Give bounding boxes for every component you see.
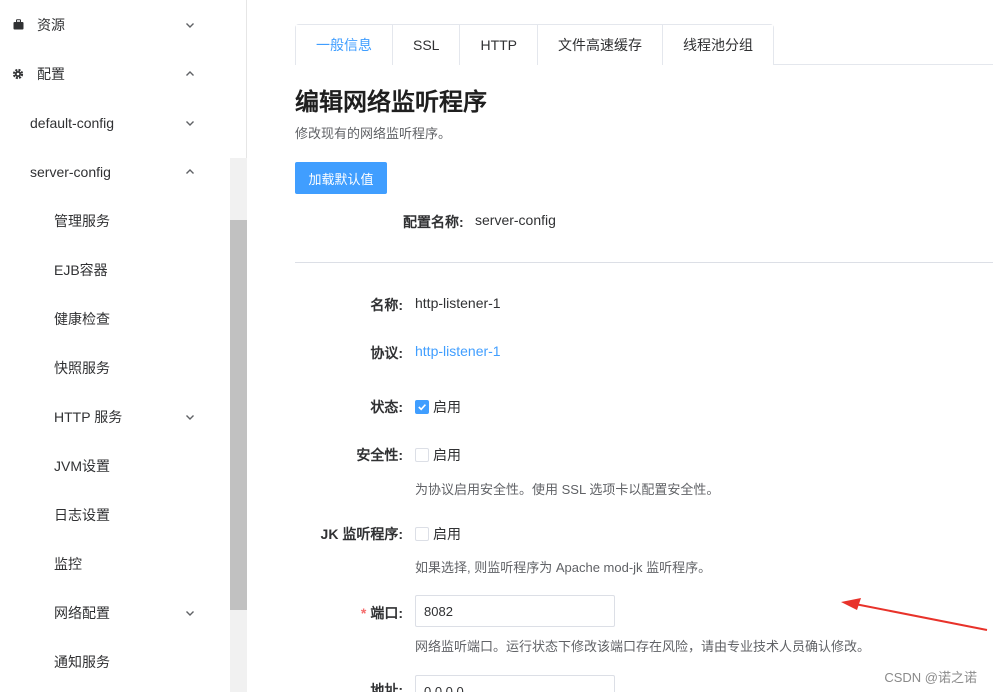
sidebar-item-label: 配置 [37, 65, 65, 82]
protocol-label: 协议: [370, 345, 403, 361]
name-label: 名称: [370, 297, 403, 313]
checkbox-checked-icon [415, 400, 429, 414]
sidebar-item-jvm-settings[interactable]: JVM设置 [0, 441, 230, 490]
tab-file-cache[interactable]: 文件高速缓存 [537, 25, 663, 65]
tab-ssl[interactable]: SSL [392, 25, 460, 65]
tab-thread-pool[interactable]: 线程池分组 [662, 25, 774, 65]
page-subtitle: 修改现有的网络监听程序。 [295, 126, 452, 141]
required-mark: * [360, 605, 367, 621]
main-content: 一般信息 SSL HTTP 文件高速缓存 线程池分组 编辑网络监听程序 修改现有… [247, 0, 993, 692]
briefcase-icon [12, 19, 24, 31]
sidebar-scrollbar-thumb[interactable] [230, 220, 247, 610]
config-name-value: server-config [475, 212, 556, 228]
status-enable-checkbox[interactable]: 启用 [415, 397, 461, 417]
sidebar-item-admin-service[interactable]: 管理服务 [0, 196, 230, 245]
sidebar-item-health-check[interactable]: 健康检查 [0, 294, 230, 343]
port-input[interactable] [415, 595, 615, 627]
chevron-down-icon [184, 411, 196, 423]
sidebar-item-network-config[interactable]: 网络配置 [0, 588, 230, 637]
jk-listener-label: JK 监听程序: [320, 526, 403, 542]
jk-listener-help-text: 如果选择, 则监听程序为 Apache mod-jk 监听程序。 [415, 560, 712, 575]
port-label: * 端口: [361, 603, 403, 623]
annotation-arrow-icon [841, 598, 988, 631]
sidebar-item-ejb-container[interactable]: EJB容器 [0, 245, 230, 294]
port-label-text: 端口: [370, 605, 403, 621]
load-defaults-button[interactable]: 加载默认值 [295, 162, 387, 194]
address-label: 地址: [370, 682, 403, 692]
chevron-down-icon [184, 607, 196, 619]
checkbox-unchecked-icon [415, 448, 429, 462]
sidebar-item-server-config[interactable]: server-config [0, 147, 230, 196]
sidebar-item-resources[interactable]: 资源 [0, 0, 230, 49]
chevron-up-icon [184, 166, 196, 178]
config-name-label: 配置名称: [403, 214, 464, 230]
checkbox-label: 启用 [433, 526, 461, 542]
chevron-down-icon [184, 117, 196, 129]
gear-icon [12, 68, 24, 80]
sidebar-item-http-service[interactable]: HTTP 服务 [0, 392, 230, 441]
sidebar-item-label: server-config [30, 163, 111, 180]
checkbox-label: 启用 [433, 399, 461, 415]
tab-bar: 一般信息 SSL HTTP 文件高速缓存 线程池分组 [295, 24, 775, 65]
sidebar-item-label: HTTP 服务 [54, 408, 123, 425]
sidebar-scrollbar-upper [230, 0, 247, 158]
sidebar-item-label: EJB容器 [54, 261, 108, 278]
security-help-text: 为协议启用安全性。使用 SSL 选项卡以配置安全性。 [415, 482, 720, 497]
address-input[interactable] [415, 675, 615, 692]
section-divider [295, 262, 993, 263]
sidebar-item-label: 监控 [54, 555, 82, 572]
sidebar-item-label: 管理服务 [54, 212, 110, 229]
sidebar-item-snapshot-service[interactable]: 快照服务 [0, 343, 230, 392]
checkbox-unchecked-icon [415, 527, 429, 541]
security-label: 安全性: [356, 447, 403, 463]
protocol-link[interactable]: http-listener-1 [415, 343, 501, 359]
sidebar-item-log-settings[interactable]: 日志设置 [0, 490, 230, 539]
security-enable-checkbox[interactable]: 启用 [415, 445, 461, 465]
sidebar-item-label: 通知服务 [54, 653, 110, 670]
tab-http[interactable]: HTTP [459, 25, 538, 65]
sidebar: 资源 配置 default-config server-config 管理服务 … [0, 0, 230, 692]
sidebar-item-notification-service[interactable]: 通知服务 [0, 637, 230, 686]
sidebar-item-monitoring[interactable]: 监控 [0, 539, 230, 588]
jk-listener-enable-checkbox[interactable]: 启用 [415, 524, 461, 544]
sidebar-item-label: 网络配置 [54, 604, 110, 621]
sidebar-item-label: 快照服务 [54, 359, 110, 376]
sidebar-item-default-config[interactable]: default-config [0, 98, 230, 147]
tab-general[interactable]: 一般信息 [296, 25, 392, 65]
watermark: CSDN @诺之诺 [884, 670, 977, 685]
name-value: http-listener-1 [415, 295, 501, 311]
checkbox-label: 启用 [433, 447, 461, 463]
sidebar-item-label: 健康检查 [54, 310, 110, 327]
page-title: 编辑网络监听程序 [295, 88, 487, 116]
chevron-down-icon [184, 19, 196, 31]
sidebar-item-label: JVM设置 [54, 457, 110, 474]
sidebar-item-config[interactable]: 配置 [0, 49, 230, 98]
sidebar-item-label: 资源 [37, 16, 65, 33]
chevron-up-icon [184, 68, 196, 80]
status-label: 状态: [370, 399, 403, 415]
sidebar-item-label: 日志设置 [54, 506, 110, 523]
sidebar-item-label: default-config [30, 114, 115, 131]
port-help-text: 网络监听端口。运行状态下修改该端口存在风险，请由专业技术人员确认修改。 [415, 639, 871, 654]
